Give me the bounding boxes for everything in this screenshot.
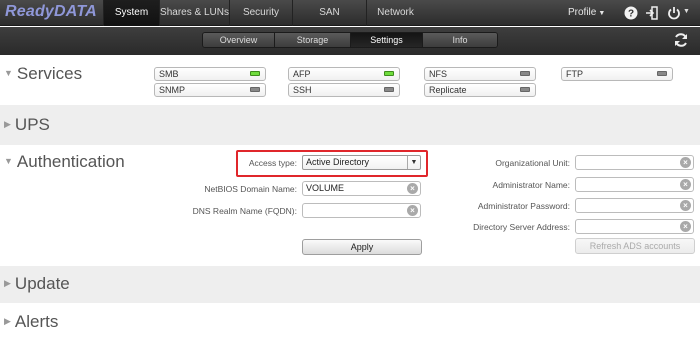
service-label: NFS: [429, 69, 447, 79]
admin-password-field[interactable]: ×: [575, 198, 694, 213]
svg-text:?: ?: [628, 9, 634, 20]
netbios-field[interactable]: VOLUME ×: [302, 181, 421, 196]
dir-server-label: Directory Server Address:: [473, 222, 570, 232]
refresh-icon[interactable]: [673, 32, 689, 48]
status-led-icon: [384, 87, 394, 92]
nav-tab-network[interactable]: Network: [366, 0, 424, 26]
dir-server-field[interactable]: ×: [575, 219, 694, 234]
update-header[interactable]: ▶ Update: [4, 274, 70, 294]
service-ssh[interactable]: SSH: [288, 83, 400, 97]
collapsed-arrow-icon: ▶: [4, 278, 11, 288]
netbios-value: VOLUME: [306, 183, 345, 193]
sub-tab-storage[interactable]: Storage: [275, 33, 351, 47]
sub-tab-info[interactable]: Info: [423, 33, 497, 47]
services-header[interactable]: ▼ Services: [4, 64, 82, 84]
highlight-box: [236, 150, 428, 177]
service-label: SMB: [159, 69, 179, 79]
nav-tab-shares-luns[interactable]: Shares & LUNs: [159, 0, 229, 26]
service-ftp[interactable]: FTP: [561, 67, 673, 81]
clear-icon[interactable]: ×: [680, 179, 691, 190]
sub-tab-overview[interactable]: Overview: [203, 33, 275, 47]
collapsed-arrow-icon: ▶: [4, 316, 11, 326]
clear-icon[interactable]: ×: [680, 200, 691, 211]
service-smb[interactable]: SMB: [154, 67, 266, 81]
ups-title: UPS: [14, 115, 50, 134]
logout-icon[interactable]: [645, 6, 659, 20]
ups-section: ▶ UPS: [0, 105, 700, 145]
service-label: SSH: [293, 85, 312, 95]
admin-name-label: Administrator Name:: [492, 180, 570, 190]
power-icon[interactable]: [667, 6, 681, 20]
dns-realm-label: DNS Realm Name (FQDN):: [192, 206, 297, 216]
services-title: Services: [16, 64, 83, 83]
sub-tabs: Overview Storage Settings Info: [202, 32, 498, 48]
service-label: Replicate: [429, 85, 467, 95]
service-nfs[interactable]: NFS: [424, 67, 536, 81]
brand-logo: ReadyDATA: [5, 3, 97, 20]
caret-down-icon: ▼: [598, 10, 606, 17]
authentication-title: Authentication: [16, 152, 125, 171]
refresh-ads-button[interactable]: Refresh ADS accounts: [575, 238, 695, 254]
nav-tab-system[interactable]: System: [103, 0, 159, 26]
help-icon[interactable]: ?: [624, 6, 638, 20]
service-afp[interactable]: AFP: [288, 67, 400, 81]
status-led-icon: [384, 71, 394, 76]
service-label: AFP: [293, 69, 311, 79]
sub-nav-bar: Overview Storage Settings Info: [0, 27, 700, 55]
clear-icon[interactable]: ×: [680, 157, 691, 168]
authentication-header[interactable]: ▼ Authentication: [4, 152, 125, 172]
services-section: ▼ Services SMB AFP NFS FTP SNMP SSH Repli…: [0, 56, 700, 105]
power-caret-icon[interactable]: ▼: [683, 8, 690, 15]
clear-icon[interactable]: ×: [680, 221, 691, 232]
service-snmp[interactable]: SNMP: [154, 83, 266, 97]
service-label: FTP: [566, 69, 583, 79]
org-unit-label: Organizational Unit:: [495, 158, 570, 168]
service-replicate[interactable]: Replicate: [424, 83, 536, 97]
clear-icon[interactable]: ×: [407, 205, 418, 216]
ups-header[interactable]: ▶ UPS: [4, 115, 50, 135]
nav-tab-security[interactable]: Security: [229, 0, 292, 26]
status-led-icon: [520, 87, 530, 92]
alerts-title: Alerts: [14, 312, 59, 331]
top-bar: ReadyDATA System Shares & LUNs Security …: [0, 0, 700, 26]
netbios-label: NetBIOS Domain Name:: [204, 184, 297, 194]
admin-password-label: Administrator Password:: [477, 201, 570, 211]
alerts-header[interactable]: ▶ Alerts: [4, 312, 58, 332]
alerts-section: ▶ Alerts: [0, 303, 700, 346]
update-title: Update: [14, 274, 70, 293]
org-unit-field[interactable]: ×: [575, 155, 694, 170]
clear-icon[interactable]: ×: [407, 183, 418, 194]
update-section: ▶ Update: [0, 266, 700, 303]
status-led-icon: [250, 71, 260, 76]
expanded-arrow-icon: ▼: [4, 156, 13, 166]
service-label: SNMP: [159, 85, 186, 95]
status-led-icon: [657, 71, 667, 76]
profile-menu[interactable]: Profile ▼: [568, 0, 605, 27]
admin-name-field[interactable]: ×: [575, 177, 694, 192]
sub-tab-settings[interactable]: Settings: [351, 33, 423, 47]
expanded-arrow-icon: ▼: [4, 68, 13, 78]
apply-button[interactable]: Apply: [302, 239, 422, 255]
profile-label: Profile: [568, 7, 597, 18]
dns-realm-field[interactable]: ×: [302, 203, 421, 218]
nav-tab-san[interactable]: SAN: [292, 0, 366, 26]
main-nav: System Shares & LUNs Security SAN Networ…: [103, 0, 424, 26]
status-led-icon: [520, 71, 530, 76]
collapsed-arrow-icon: ▶: [4, 119, 11, 129]
status-led-icon: [250, 87, 260, 92]
